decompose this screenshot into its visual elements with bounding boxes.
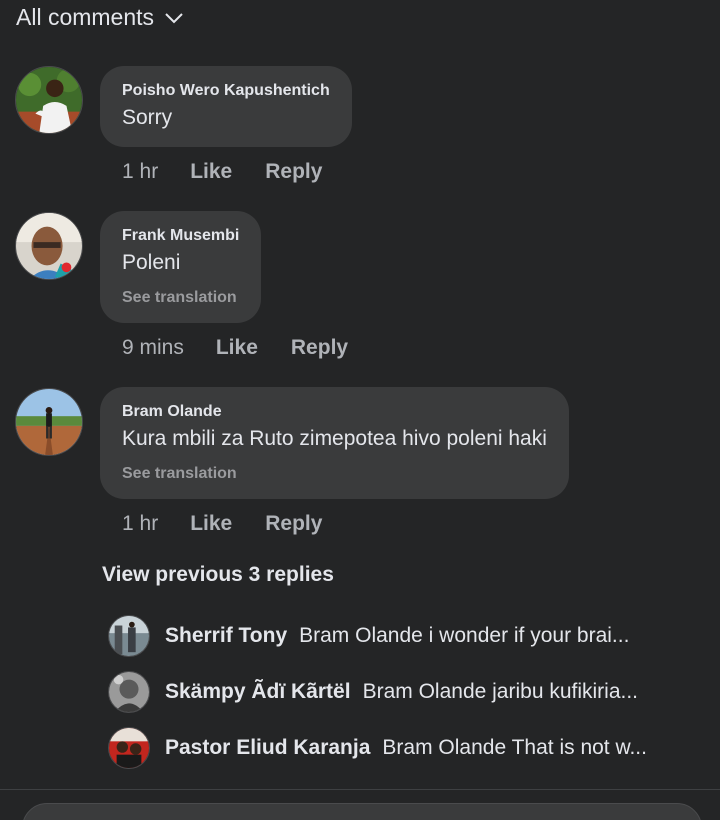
comment-time[interactable]: 1 hr: [122, 160, 158, 184]
avatar[interactable]: [15, 212, 83, 280]
comment-author[interactable]: Bram Olande: [122, 401, 547, 423]
comment-text: Poleni: [122, 251, 181, 274]
comment-time[interactable]: 1 hr: [122, 512, 158, 536]
reply-button[interactable]: Reply: [265, 512, 322, 536]
comment-time[interactable]: 9 mins: [122, 336, 184, 360]
like-button[interactable]: Like: [190, 160, 232, 184]
comment-actions: 1 hr Like Reply: [122, 512, 322, 536]
comment-bubble[interactable]: Frank Musembi Poleni See translation: [100, 211, 262, 323]
avatar[interactable]: [108, 615, 150, 657]
comment-actions: 1 hr Like Reply: [122, 160, 322, 184]
reply-author[interactable]: Sherrif Tony: [165, 624, 287, 648]
comments-page: All comments Poisho Wero Kapushentich So…: [0, 0, 720, 820]
reply-text: Bram Olande That is not w...: [382, 736, 647, 759]
comment-bubble[interactable]: Poisho Wero Kapushentich Sorry: [100, 66, 352, 147]
see-translation-link[interactable]: See translation: [122, 463, 547, 485]
reply-text: Bram Olande i wonder if your brai...: [299, 624, 630, 647]
comment-author[interactable]: Frank Musembi: [122, 225, 239, 247]
avatar[interactable]: [108, 727, 150, 769]
comment-text: Sorry: [122, 106, 173, 129]
avatar[interactable]: [15, 388, 83, 456]
avatar[interactable]: [108, 671, 150, 713]
view-previous-replies-link[interactable]: View previous 3 replies: [102, 563, 334, 587]
comment-text: Kura mbili za Ruto zimepotea hivo poleni…: [122, 427, 547, 450]
reply-preview-row[interactable]: Pastor Eliud Karanja Bram Olande That is…: [108, 727, 708, 769]
comment-bubble[interactable]: Bram Olande Kura mbili za Ruto zimepotea…: [100, 387, 569, 499]
comment-author[interactable]: Poisho Wero Kapushentich: [122, 80, 330, 102]
comment-actions: 9 mins Like Reply: [122, 336, 348, 360]
divider: [0, 789, 720, 790]
filter-label: All comments: [16, 4, 155, 30]
comment-input[interactable]: [22, 803, 702, 820]
reply-text: Bram Olande jaribu kufikiria...: [362, 680, 639, 703]
see-translation-link[interactable]: See translation: [122, 287, 239, 309]
avatar[interactable]: [15, 66, 83, 134]
reply-preview-row[interactable]: Skämpy Ãdï Kãrtël Bram Olande jaribu kuf…: [108, 671, 708, 713]
reply-preview-row[interactable]: Sherrif Tony Bram Olande i wonder if you…: [108, 615, 708, 657]
comment-filter-dropdown[interactable]: All comments: [16, 4, 184, 31]
reply-author[interactable]: Pastor Eliud Karanja: [165, 736, 370, 760]
reply-author[interactable]: Skämpy Ãdï Kãrtël: [165, 680, 351, 704]
reply-button[interactable]: Reply: [291, 336, 348, 360]
chevron-down-icon: [165, 12, 183, 23]
like-button[interactable]: Like: [216, 336, 258, 360]
reply-button[interactable]: Reply: [265, 160, 322, 184]
like-button[interactable]: Like: [190, 512, 232, 536]
